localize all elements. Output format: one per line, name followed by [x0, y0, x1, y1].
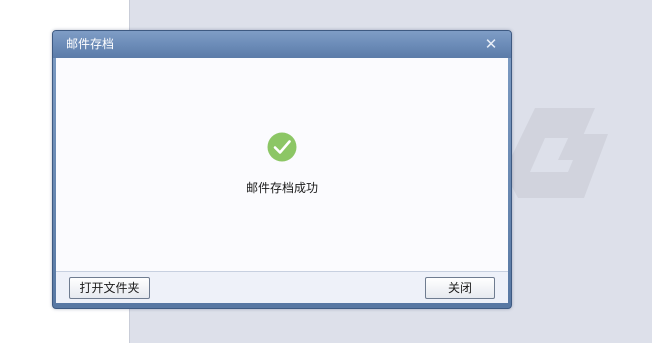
dialog-title: 邮件存档	[66, 37, 115, 51]
close-button[interactable]: 关闭	[425, 277, 495, 299]
dialog-titlebar: 邮件存档 ✕	[53, 31, 511, 58]
close-icon[interactable]: ✕	[483, 36, 499, 52]
dialog-body: 邮件存档成功	[56, 58, 508, 271]
success-message: 邮件存档成功	[245, 181, 318, 195]
logo-watermark	[504, 108, 608, 198]
success-check-icon	[267, 132, 297, 162]
open-folder-button[interactable]: 打开文件夹	[69, 277, 150, 299]
dialog-footer: 打开文件夹 关闭	[56, 271, 508, 303]
archive-dialog: 邮件存档 ✕ 邮件存档成功 打开文件夹 关闭	[52, 30, 512, 309]
